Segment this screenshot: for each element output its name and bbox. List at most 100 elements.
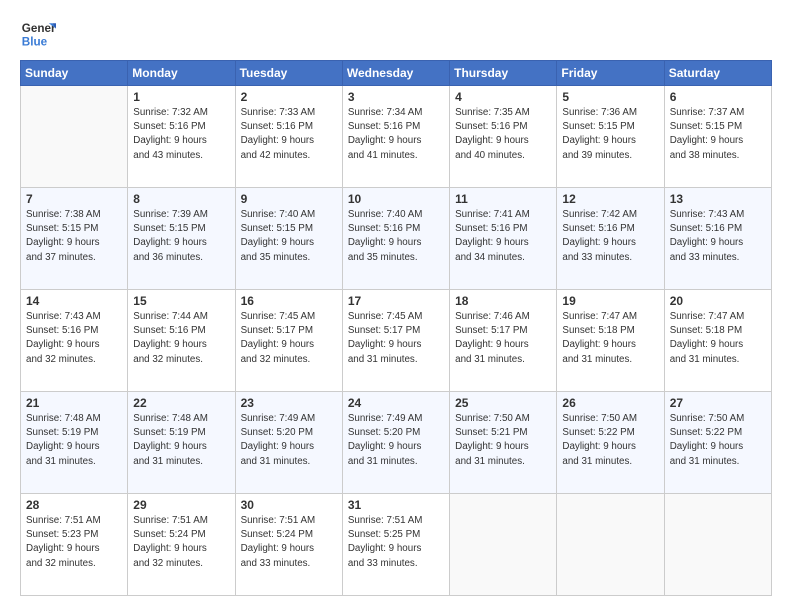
calendar-day: 1 Sunrise: 7:32 AMSunset: 5:16 PMDayligh… [128, 86, 235, 188]
calendar-day: 31 Sunrise: 7:51 AMSunset: 5:25 PMDaylig… [342, 494, 449, 596]
day-info: Sunrise: 7:33 AMSunset: 5:16 PMDaylight:… [241, 107, 316, 161]
day-info: Sunrise: 7:51 AMSunset: 5:24 PMDaylight:… [133, 515, 208, 569]
weekday-header: Saturday [664, 61, 771, 86]
calendar-day: 27 Sunrise: 7:50 AMSunset: 5:22 PMDaylig… [664, 392, 771, 494]
day-number: 30 [241, 498, 337, 512]
day-info: Sunrise: 7:48 AMSunset: 5:19 PMDaylight:… [26, 413, 101, 467]
calendar-day: 11 Sunrise: 7:41 AMSunset: 5:16 PMDaylig… [450, 188, 557, 290]
calendar-day: 26 Sunrise: 7:50 AMSunset: 5:22 PMDaylig… [557, 392, 664, 494]
calendar-day: 14 Sunrise: 7:43 AMSunset: 5:16 PMDaylig… [21, 290, 128, 392]
day-number: 3 [348, 90, 444, 104]
day-number: 12 [562, 192, 658, 206]
day-number: 9 [241, 192, 337, 206]
day-number: 16 [241, 294, 337, 308]
day-number: 18 [455, 294, 551, 308]
logo: General Blue [20, 16, 56, 52]
calendar-day: 21 Sunrise: 7:48 AMSunset: 5:19 PMDaylig… [21, 392, 128, 494]
day-number: 20 [670, 294, 766, 308]
day-info: Sunrise: 7:34 AMSunset: 5:16 PMDaylight:… [348, 107, 423, 161]
calendar-day: 23 Sunrise: 7:49 AMSunset: 5:20 PMDaylig… [235, 392, 342, 494]
day-info: Sunrise: 7:51 AMSunset: 5:24 PMDaylight:… [241, 515, 316, 569]
day-number: 24 [348, 396, 444, 410]
day-info: Sunrise: 7:50 AMSunset: 5:21 PMDaylight:… [455, 413, 530, 467]
calendar-day: 3 Sunrise: 7:34 AMSunset: 5:16 PMDayligh… [342, 86, 449, 188]
day-number: 31 [348, 498, 444, 512]
day-info: Sunrise: 7:45 AMSunset: 5:17 PMDaylight:… [241, 311, 316, 365]
calendar-day: 15 Sunrise: 7:44 AMSunset: 5:16 PMDaylig… [128, 290, 235, 392]
calendar-day: 12 Sunrise: 7:42 AMSunset: 5:16 PMDaylig… [557, 188, 664, 290]
day-number: 15 [133, 294, 229, 308]
day-info: Sunrise: 7:41 AMSunset: 5:16 PMDaylight:… [455, 209, 530, 263]
day-info: Sunrise: 7:50 AMSunset: 5:22 PMDaylight:… [562, 413, 637, 467]
day-info: Sunrise: 7:47 AMSunset: 5:18 PMDaylight:… [562, 311, 637, 365]
day-number: 7 [26, 192, 122, 206]
day-number: 21 [26, 396, 122, 410]
day-info: Sunrise: 7:50 AMSunset: 5:22 PMDaylight:… [670, 413, 745, 467]
day-info: Sunrise: 7:44 AMSunset: 5:16 PMDaylight:… [133, 311, 208, 365]
svg-text:Blue: Blue [22, 36, 48, 49]
calendar-day [557, 494, 664, 596]
day-info: Sunrise: 7:49 AMSunset: 5:20 PMDaylight:… [241, 413, 316, 467]
logo-icon: General Blue [20, 16, 56, 52]
day-number: 22 [133, 396, 229, 410]
calendar-day: 13 Sunrise: 7:43 AMSunset: 5:16 PMDaylig… [664, 188, 771, 290]
day-number: 6 [670, 90, 766, 104]
day-number: 13 [670, 192, 766, 206]
calendar-day [21, 86, 128, 188]
calendar-day: 8 Sunrise: 7:39 AMSunset: 5:15 PMDayligh… [128, 188, 235, 290]
day-info: Sunrise: 7:51 AMSunset: 5:23 PMDaylight:… [26, 515, 101, 569]
weekday-header: Friday [557, 61, 664, 86]
calendar-day: 18 Sunrise: 7:46 AMSunset: 5:17 PMDaylig… [450, 290, 557, 392]
day-number: 25 [455, 396, 551, 410]
day-info: Sunrise: 7:42 AMSunset: 5:16 PMDaylight:… [562, 209, 637, 263]
day-number: 8 [133, 192, 229, 206]
calendar-day: 10 Sunrise: 7:40 AMSunset: 5:16 PMDaylig… [342, 188, 449, 290]
calendar-day [664, 494, 771, 596]
calendar-day: 22 Sunrise: 7:48 AMSunset: 5:19 PMDaylig… [128, 392, 235, 494]
weekday-header: Tuesday [235, 61, 342, 86]
day-number: 14 [26, 294, 122, 308]
calendar-day: 7 Sunrise: 7:38 AMSunset: 5:15 PMDayligh… [21, 188, 128, 290]
day-number: 11 [455, 192, 551, 206]
day-info: Sunrise: 7:45 AMSunset: 5:17 PMDaylight:… [348, 311, 423, 365]
day-number: 1 [133, 90, 229, 104]
calendar-day: 29 Sunrise: 7:51 AMSunset: 5:24 PMDaylig… [128, 494, 235, 596]
weekday-header: Sunday [21, 61, 128, 86]
day-info: Sunrise: 7:43 AMSunset: 5:16 PMDaylight:… [26, 311, 101, 365]
day-info: Sunrise: 7:36 AMSunset: 5:15 PMDaylight:… [562, 107, 637, 161]
calendar-week-row: 28 Sunrise: 7:51 AMSunset: 5:23 PMDaylig… [21, 494, 772, 596]
day-number: 2 [241, 90, 337, 104]
calendar-table: SundayMondayTuesdayWednesdayThursdayFrid… [20, 60, 772, 596]
day-info: Sunrise: 7:47 AMSunset: 5:18 PMDaylight:… [670, 311, 745, 365]
calendar-day: 6 Sunrise: 7:37 AMSunset: 5:15 PMDayligh… [664, 86, 771, 188]
calendar-week-row: 1 Sunrise: 7:32 AMSunset: 5:16 PMDayligh… [21, 86, 772, 188]
calendar-day: 19 Sunrise: 7:47 AMSunset: 5:18 PMDaylig… [557, 290, 664, 392]
day-info: Sunrise: 7:46 AMSunset: 5:17 PMDaylight:… [455, 311, 530, 365]
day-info: Sunrise: 7:51 AMSunset: 5:25 PMDaylight:… [348, 515, 423, 569]
day-number: 17 [348, 294, 444, 308]
day-number: 19 [562, 294, 658, 308]
day-info: Sunrise: 7:49 AMSunset: 5:20 PMDaylight:… [348, 413, 423, 467]
weekday-header-row: SundayMondayTuesdayWednesdayThursdayFrid… [21, 61, 772, 86]
calendar-week-row: 14 Sunrise: 7:43 AMSunset: 5:16 PMDaylig… [21, 290, 772, 392]
day-info: Sunrise: 7:37 AMSunset: 5:15 PMDaylight:… [670, 107, 745, 161]
calendar-day: 9 Sunrise: 7:40 AMSunset: 5:15 PMDayligh… [235, 188, 342, 290]
day-info: Sunrise: 7:40 AMSunset: 5:15 PMDaylight:… [241, 209, 316, 263]
day-info: Sunrise: 7:38 AMSunset: 5:15 PMDaylight:… [26, 209, 101, 263]
day-info: Sunrise: 7:48 AMSunset: 5:19 PMDaylight:… [133, 413, 208, 467]
day-info: Sunrise: 7:32 AMSunset: 5:16 PMDaylight:… [133, 107, 208, 161]
page: General Blue SundayMondayTuesdayWednesda… [0, 0, 792, 612]
day-number: 27 [670, 396, 766, 410]
day-number: 4 [455, 90, 551, 104]
weekday-header: Wednesday [342, 61, 449, 86]
calendar-week-row: 7 Sunrise: 7:38 AMSunset: 5:15 PMDayligh… [21, 188, 772, 290]
day-info: Sunrise: 7:40 AMSunset: 5:16 PMDaylight:… [348, 209, 423, 263]
day-number: 28 [26, 498, 122, 512]
weekday-header: Monday [128, 61, 235, 86]
calendar-day: 16 Sunrise: 7:45 AMSunset: 5:17 PMDaylig… [235, 290, 342, 392]
calendar-day: 25 Sunrise: 7:50 AMSunset: 5:21 PMDaylig… [450, 392, 557, 494]
day-number: 29 [133, 498, 229, 512]
calendar-day: 28 Sunrise: 7:51 AMSunset: 5:23 PMDaylig… [21, 494, 128, 596]
calendar-day: 5 Sunrise: 7:36 AMSunset: 5:15 PMDayligh… [557, 86, 664, 188]
day-info: Sunrise: 7:35 AMSunset: 5:16 PMDaylight:… [455, 107, 530, 161]
